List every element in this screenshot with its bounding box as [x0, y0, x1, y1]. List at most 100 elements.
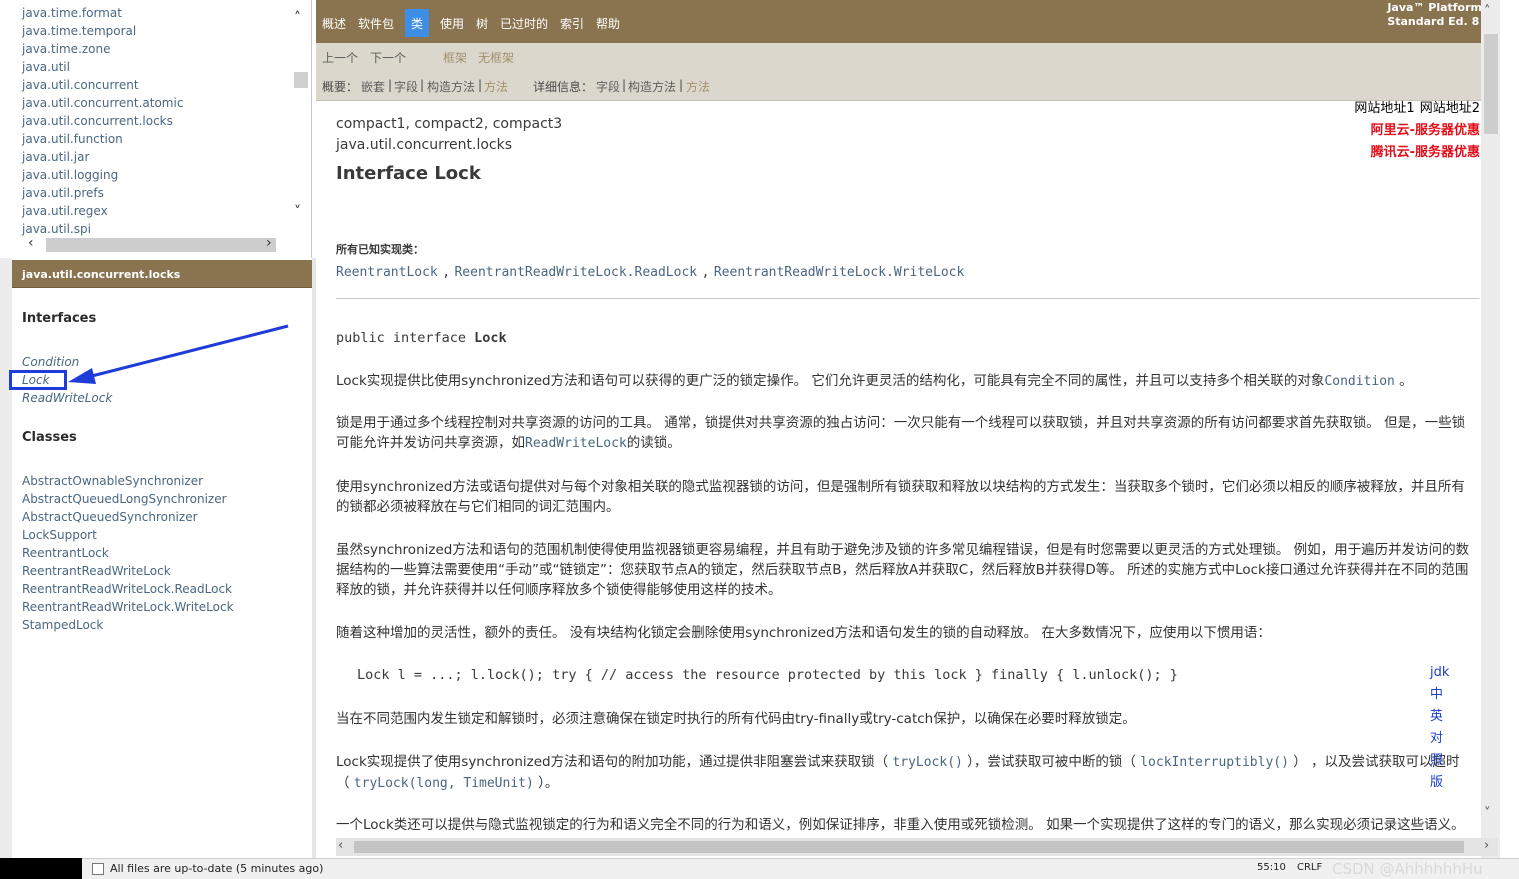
summary-field-link[interactable]: 字段 [394, 78, 418, 95]
class-link[interactable]: StampedLock [22, 618, 103, 632]
package-link[interactable]: java.time.temporal [22, 22, 287, 40]
nav-tree[interactable]: 树 [476, 15, 488, 32]
nav-overview[interactable]: 概述 [322, 15, 346, 32]
package-link[interactable]: java.time.format [22, 4, 287, 22]
jdk-link-char[interactable]: 照 [1430, 750, 1452, 772]
interface-link-readwritelock[interactable]: ReadWriteLock [22, 391, 112, 405]
nav-help[interactable]: 帮助 [596, 15, 620, 32]
implementing-classes-label: 所有已知实现类： [336, 243, 424, 256]
class-link[interactable]: ReentrantLock [22, 546, 109, 560]
scroll-left-icon[interactable]: ‹ [338, 838, 343, 853]
site-link-2[interactable]: 网站地址2 [1420, 101, 1480, 116]
class-list-frame: java.util.concurrent.locks Interfaces Co… [0, 258, 316, 858]
scroll-left-icon[interactable]: ‹ [28, 235, 34, 251]
class-link[interactable]: ReentrantReadWriteLock [22, 564, 171, 578]
package-link[interactable]: java.util.jar [22, 148, 287, 166]
no-frames-link[interactable]: 无框架 [478, 49, 514, 66]
condition-link[interactable]: Condition [1324, 374, 1394, 389]
frames-link[interactable]: 框架 [443, 49, 467, 66]
scroll-up-icon[interactable]: ˄ [294, 10, 301, 26]
ide-status-bar: All files are up-to-date (5 minutes ago)… [82, 858, 1519, 879]
class-link[interactable]: ReentrantReadWriteLock.WriteLock [22, 600, 234, 614]
jdk-link-char[interactable]: 版 [1430, 772, 1452, 794]
brand-line-2: Standard Ed. 8 [1387, 15, 1480, 28]
scroll-thumb[interactable] [354, 841, 1464, 853]
class-detail-frame: 概述 软件包 类 使用 树 已过时的 索引 帮助 Java™ Platform … [316, 0, 1500, 858]
trylock-link[interactable]: tryLock() [892, 755, 962, 770]
trylock-timeout-link[interactable]: tryLock(long, TimeUnit) [354, 776, 534, 791]
platform-brand: Java™ Platform Standard Ed. 8 [1387, 1, 1482, 29]
summary-ctor-link[interactable]: 构造方法 [427, 78, 475, 95]
package-list-frame: java.time.format java.time.temporal java… [0, 0, 312, 258]
summary-nested-link[interactable]: 嵌套 [361, 78, 385, 95]
impl-class-link[interactable]: ReentrantReadWriteLock.WriteLock [714, 265, 964, 280]
top-navbar: 概述 软件包 类 使用 树 已过时的 索引 帮助 Java™ Platform … [316, 0, 1500, 43]
package-link[interactable]: java.util [22, 58, 287, 76]
package-list-vscroll[interactable]: ˄ ˅ [292, 8, 310, 226]
prev-class-link[interactable]: 上一个 [322, 49, 358, 66]
jdk-link-char[interactable]: 英 [1430, 706, 1452, 728]
impl-class-link[interactable]: ReentrantLock [336, 265, 438, 280]
package-link[interactable]: java.util.concurrent.atomic [22, 94, 287, 112]
classes-heading: Classes [22, 430, 77, 445]
page-title: Interface Lock [336, 163, 481, 184]
summary-label: 概要： [322, 80, 359, 94]
jdk-link-char[interactable]: jdk [1430, 662, 1452, 684]
compact-profiles: compact1, compact2, compact3 [336, 116, 563, 132]
nav-use[interactable]: 使用 [440, 15, 464, 32]
scroll-up-icon[interactable]: ˄ [1484, 4, 1491, 19]
package-link[interactable]: java.util.concurrent.locks [22, 112, 287, 130]
package-link[interactable]: java.time.zone [22, 40, 287, 58]
description-paragraph: Lock实现提供了使用synchronized方法和语句的附加功能，通过提供非阻… [336, 752, 1471, 794]
nav-index[interactable]: 索引 [560, 15, 584, 32]
aliyun-ad-link[interactable]: 阿里云-服务器优惠 [1354, 119, 1480, 138]
package-header-title[interactable]: java.util.concurrent.locks [22, 268, 180, 281]
next-class-link[interactable]: 下一个 [370, 49, 406, 66]
scroll-thumb[interactable] [294, 72, 308, 88]
description-paragraph: 随着这种增加的灵活性，额外的责任。 没有块结构化锁定会删除使用synchroni… [336, 625, 1271, 641]
package-link[interactable]: java.util.logging [22, 166, 287, 184]
cursor-position[interactable]: 55:10 [1257, 862, 1286, 873]
main-vscroll[interactable]: ˄ ˅ [1481, 0, 1500, 858]
scroll-right-icon[interactable]: › [1484, 838, 1489, 853]
scroll-thumb[interactable] [1484, 34, 1498, 134]
status-checkbox-icon[interactable] [92, 863, 104, 875]
package-link[interactable]: java.util.regex [22, 202, 287, 220]
package-link[interactable]: java.util.concurrent [22, 76, 287, 94]
divider [336, 298, 1479, 299]
line-ending[interactable]: CRLF [1297, 862, 1322, 873]
screen: java.time.format java.time.temporal java… [0, 0, 1519, 879]
jdk-bilingual-link[interactable]: jdk 中 英 对 照 版 [1430, 662, 1452, 794]
declaration-name: Lock [474, 330, 507, 346]
status-left-strip [0, 858, 82, 879]
class-link[interactable]: AbstractQueuedSynchronizer [22, 510, 198, 524]
detail-method-link[interactable]: 方法 [686, 78, 710, 95]
ad-links: 网站地址1 网站地址2 阿里云-服务器优惠 腾讯云-服务器优惠 [1354, 97, 1480, 160]
scroll-right-icon[interactable]: › [266, 235, 272, 251]
scroll-down-icon[interactable]: ˅ [294, 204, 301, 220]
package-list-hscroll[interactable]: ‹ › [22, 235, 288, 254]
jdk-link-char[interactable]: 中 [1430, 684, 1452, 706]
nav-class-active[interactable]: 类 [405, 9, 429, 37]
jdk-link-char[interactable]: 对 [1430, 728, 1452, 750]
package-link[interactable]: java.util.function [22, 130, 287, 148]
scroll-down-icon[interactable]: ˅ [1484, 806, 1491, 821]
class-link[interactable]: AbstractQueuedLongSynchronizer [22, 492, 227, 506]
site-link-1[interactable]: 网站地址1 [1354, 101, 1414, 116]
annotation-highlight-box [9, 370, 67, 390]
summary-method-link[interactable]: 方法 [484, 78, 508, 95]
nav-package[interactable]: 软件包 [358, 15, 394, 32]
detail-ctor-link[interactable]: 构造方法 [628, 78, 676, 95]
readwritelock-link[interactable]: ReadWriteLock [525, 436, 627, 451]
class-link[interactable]: LockSupport [22, 528, 97, 542]
impl-class-link[interactable]: ReentrantReadWriteLock.ReadLock [454, 265, 697, 280]
scroll-thumb[interactable] [46, 238, 276, 252]
class-link[interactable]: AbstractOwnableSynchronizer [22, 474, 203, 488]
detail-field-link[interactable]: 字段 [596, 78, 620, 95]
nav-deprecated[interactable]: 已过时的 [500, 15, 548, 32]
package-link[interactable]: java.util.prefs [22, 184, 287, 202]
lockinterruptibly-link[interactable]: lockInterruptibly() [1140, 755, 1289, 770]
class-link[interactable]: ReentrantReadWriteLock.ReadLock [22, 582, 232, 596]
main-hscroll[interactable]: ‹ › [336, 838, 1498, 856]
tencent-ad-link[interactable]: 腾讯云-服务器优惠 [1354, 141, 1480, 160]
